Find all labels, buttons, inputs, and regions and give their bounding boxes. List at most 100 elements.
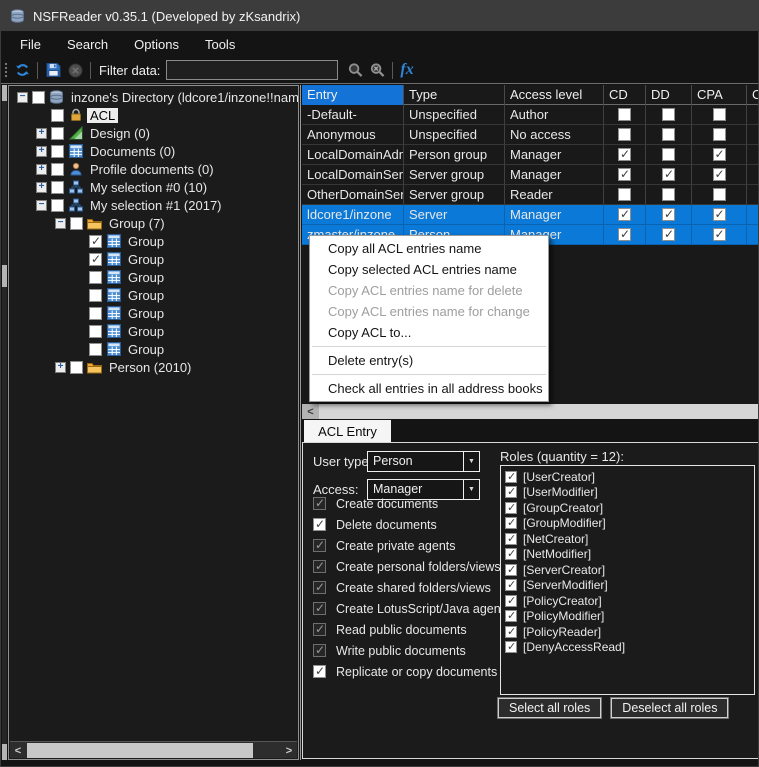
table-checkbox[interactable] <box>618 148 631 161</box>
table-checkbox[interactable] <box>713 108 726 121</box>
expander-icon[interactable]: + <box>36 164 47 175</box>
scroll-left-arrow[interactable]: < <box>10 743 26 758</box>
role-checkbox[interactable] <box>505 517 517 529</box>
tree-item[interactable]: + Person (2010) <box>9 358 298 376</box>
expander-icon[interactable]: − <box>17 92 28 103</box>
formula-fx-icon[interactable]: fx <box>397 61 416 79</box>
tree-item[interactable]: − Group (7) <box>9 214 298 232</box>
tree-item[interactable]: + My selection #0 (10) <box>9 178 298 196</box>
table-checkbox[interactable] <box>713 128 726 141</box>
expander-icon[interactable]: − <box>36 200 47 211</box>
role-checkbox[interactable] <box>505 486 517 498</box>
tree-item[interactable]: Group <box>9 250 298 268</box>
tree-checkbox[interactable] <box>51 181 64 194</box>
table-checkbox[interactable] <box>662 108 675 121</box>
table-checkbox[interactable] <box>618 128 631 141</box>
expander-icon[interactable]: − <box>55 218 66 229</box>
tree-item[interactable]: Group <box>9 322 298 340</box>
column-header-cd[interactable]: CD <box>604 85 646 105</box>
tree-checkbox[interactable] <box>51 199 64 212</box>
tree-item[interactable]: Group <box>9 340 298 358</box>
save-button[interactable] <box>42 59 64 81</box>
context-menu-item[interactable]: Copy all ACL entries name <box>310 238 548 259</box>
expander-icon[interactable]: + <box>36 128 47 139</box>
tree-checkbox[interactable] <box>89 253 102 266</box>
tree-vertical-scrollbar[interactable] <box>2 85 7 760</box>
table-checkbox[interactable] <box>662 208 675 221</box>
role-checkbox[interactable] <box>505 595 517 607</box>
tree-item[interactable]: + Documents (0) <box>9 142 298 160</box>
tree-checkbox[interactable] <box>89 343 102 356</box>
chevron-down-icon[interactable]: ▼ <box>463 452 479 471</box>
tree-checkbox[interactable] <box>51 127 64 140</box>
scroll-right-arrow[interactable]: > <box>281 743 297 758</box>
table-row[interactable]: LocalDomainAdm...Person groupManager <box>302 145 759 165</box>
table-checkbox[interactable] <box>618 108 631 121</box>
column-header-access-level[interactable]: Access level <box>505 85 604 105</box>
scroll-up-arrow[interactable] <box>2 85 7 101</box>
select-all-roles-button[interactable]: Select all roles <box>498 698 601 718</box>
tree-item[interactable]: Group <box>9 268 298 286</box>
table-checkbox[interactable] <box>662 168 675 181</box>
table-row[interactable]: LocalDomainSer...Server groupManager <box>302 165 759 185</box>
refresh-button[interactable] <box>11 59 33 81</box>
column-header-type[interactable]: Type <box>404 85 505 105</box>
context-menu-item[interactable]: Copy selected ACL entries name <box>310 259 548 280</box>
column-header-c[interactable]: C <box>747 85 759 105</box>
permission-checkbox[interactable] <box>313 518 326 531</box>
scroll-left-arrow[interactable]: < <box>302 404 319 419</box>
role-checkbox[interactable] <box>505 641 517 653</box>
tree-checkbox[interactable] <box>51 163 64 176</box>
role-checkbox[interactable] <box>505 471 517 483</box>
table-checkbox[interactable] <box>662 188 675 201</box>
table-checkbox[interactable] <box>618 188 631 201</box>
table-checkbox[interactable] <box>618 228 631 241</box>
role-checkbox[interactable] <box>505 564 517 576</box>
tree-horizontal-scrollbar[interactable]: < > <box>10 741 297 758</box>
menu-item-file[interactable]: File <box>7 33 54 56</box>
table-checkbox[interactable] <box>713 148 726 161</box>
deselect-all-roles-button[interactable]: Deselect all roles <box>611 698 728 718</box>
tree-item[interactable]: + Design (0) <box>9 124 298 142</box>
user-type-select[interactable]: Person ▼ <box>367 451 480 472</box>
context-menu-item[interactable]: Check all entries in all address books <box>310 378 548 399</box>
filter-input[interactable] <box>166 60 338 80</box>
tree-checkbox[interactable] <box>70 217 83 230</box>
role-checkbox[interactable] <box>505 502 517 514</box>
tree-item[interactable]: − My selection #1 (2017) <box>9 196 298 214</box>
column-header-cpa[interactable]: CPA <box>692 85 747 105</box>
table-checkbox[interactable] <box>713 228 726 241</box>
table-row[interactable]: -Default-UnspecifiedAuthor <box>302 105 759 125</box>
tree-checkbox[interactable] <box>89 307 102 320</box>
expander-icon[interactable]: + <box>36 146 47 157</box>
context-menu-item[interactable]: Delete entry(s) <box>310 350 548 371</box>
expander-icon[interactable]: + <box>36 182 47 193</box>
role-checkbox[interactable] <box>505 533 517 545</box>
table-row[interactable]: AnonymousUnspecifiedNo access <box>302 125 759 145</box>
role-checkbox[interactable] <box>505 610 517 622</box>
tree-checkbox[interactable] <box>89 325 102 338</box>
table-row[interactable]: OtherDomainSer...Server groupReader <box>302 185 759 205</box>
scroll-thumb[interactable] <box>319 404 759 419</box>
scroll-thumb[interactable] <box>27 743 253 758</box>
tree-item[interactable]: Group <box>9 304 298 322</box>
table-horizontal-scrollbar[interactable]: < <box>302 404 759 419</box>
tree-checkbox[interactable] <box>51 145 64 158</box>
table-row[interactable]: ldcore1/inzoneServerManager <box>302 205 759 225</box>
permission-checkbox[interactable] <box>313 665 326 678</box>
table-checkbox[interactable] <box>662 128 675 141</box>
table-checkbox[interactable] <box>618 208 631 221</box>
role-checkbox[interactable] <box>505 579 517 591</box>
tree-checkbox[interactable] <box>89 271 102 284</box>
tree-item[interactable]: ACL <box>9 106 298 124</box>
menu-item-options[interactable]: Options <box>121 33 192 56</box>
role-checkbox[interactable] <box>505 626 517 638</box>
column-header-entry[interactable]: Entry <box>302 85 404 105</box>
tree-item[interactable]: − inzone's Directory (ldcore1/inzone!!na… <box>9 88 298 106</box>
menu-item-search[interactable]: Search <box>54 33 121 56</box>
table-checkbox[interactable] <box>618 168 631 181</box>
menu-item-tools[interactable]: Tools <box>192 33 248 56</box>
tab-acl-entry[interactable]: ACL Entry <box>304 420 391 442</box>
tree-checkbox[interactable] <box>32 91 45 104</box>
table-checkbox[interactable] <box>662 228 675 241</box>
